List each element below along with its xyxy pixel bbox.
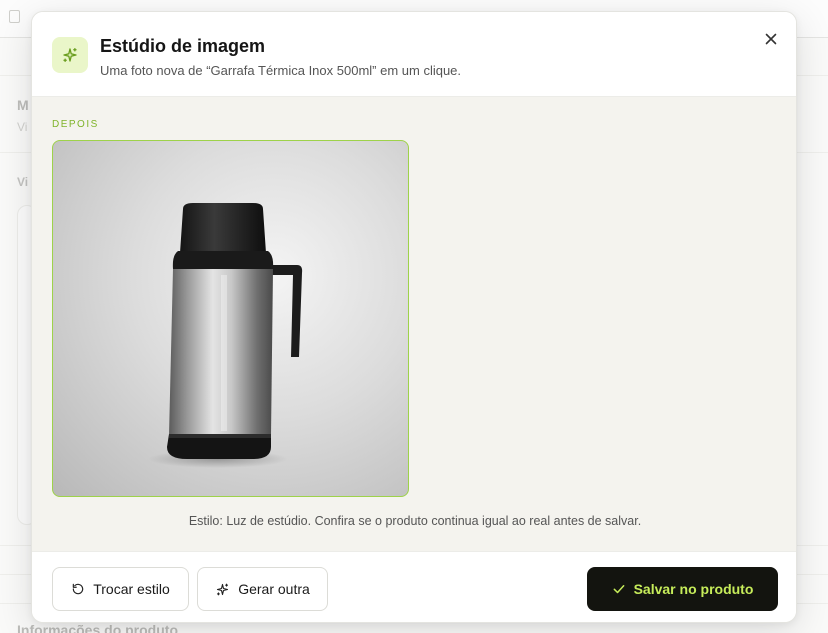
close-button[interactable]: [758, 26, 784, 52]
generate-another-button[interactable]: Gerar outra: [197, 567, 328, 611]
after-label: DEPOIS: [52, 119, 99, 130]
sparkle-icon: [52, 37, 88, 73]
dialog-body: DEPOIS Estilo: Luz de estúdio. Confira s…: [32, 97, 796, 551]
dialog-footer: Trocar estilo Gerar outra Salvar no prod…: [32, 551, 796, 622]
swap-style-label: Trocar estilo: [93, 581, 170, 597]
dialog-title: Estúdio de imagem: [100, 36, 266, 56]
generated-product-image: [52, 140, 409, 497]
generate-another-label: Gerar outra: [238, 581, 310, 597]
image-studio-dialog: Estúdio de imagem Uma foto nova de “Garr…: [31, 11, 797, 623]
save-to-product-label: Salvar no produto: [633, 581, 754, 597]
check-icon: [613, 585, 625, 594]
dialog-header: Estúdio de imagem Uma foto nova de “Garr…: [32, 12, 796, 97]
rotate-icon: [72, 583, 84, 595]
swap-style-button[interactable]: Trocar estilo: [52, 567, 189, 611]
style-caption: Estilo: Luz de estúdio. Confira se o pro…: [188, 514, 642, 528]
sparkle-icon: [217, 583, 229, 595]
save-to-product-button[interactable]: Salvar no produto: [587, 567, 778, 611]
close-icon: [765, 33, 777, 45]
dialog-subtitle: Uma foto nova de “Garrafa Térmica Inox 5…: [100, 63, 462, 78]
